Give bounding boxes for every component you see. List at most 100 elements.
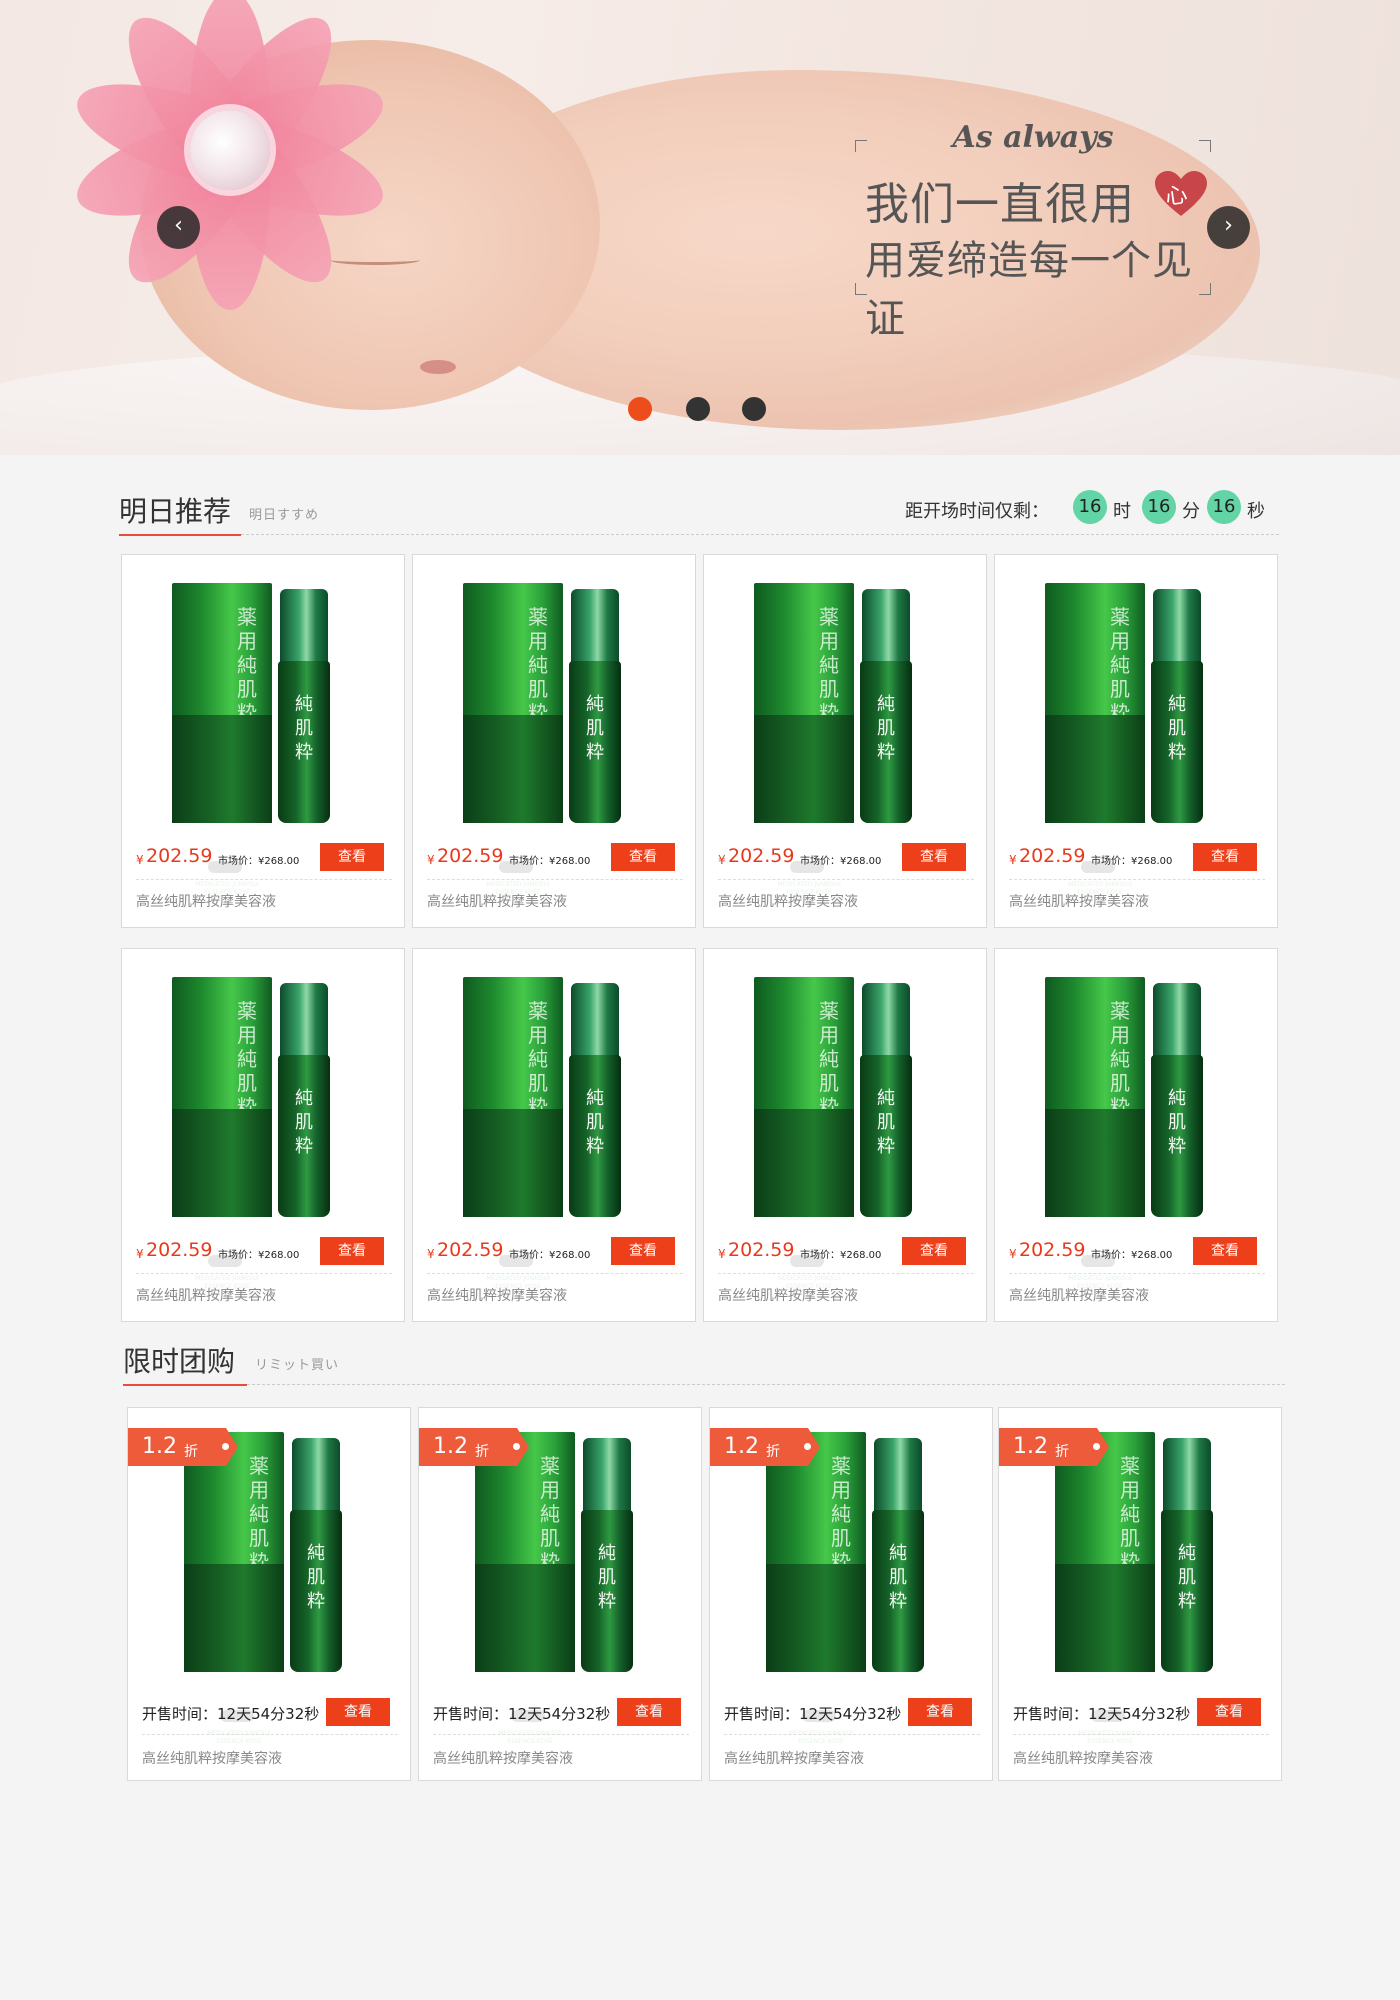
carousel-dot-2[interactable] xyxy=(686,397,710,421)
discount-value: 1.2 xyxy=(142,1434,177,1459)
product-card[interactable]: 薬用純肌粋 MEDICATED JUNKISUI ESSENCE KOSÉ 純肌… xyxy=(412,948,696,1322)
currency-symbol: ¥ xyxy=(1009,1247,1017,1261)
market-price: 市场价：¥268.00 xyxy=(218,1250,300,1261)
product-image[interactable]: 薬用純肌粋 MEDICATED JUNKISUI ESSENCE KOSÉ 純肌… xyxy=(754,977,938,1290)
groupbuy-section-header: 限时团购 リミット買い xyxy=(123,1340,1285,1386)
badge-hole xyxy=(804,1443,811,1450)
product-bottle: 純肌粋 xyxy=(1151,589,1203,823)
view-button[interactable]: 查看 xyxy=(326,1698,390,1726)
countdown-minutes-unit: 分 xyxy=(1182,501,1200,522)
market-price: 市场价：¥268.00 xyxy=(218,856,300,867)
sale-price: 202.59 xyxy=(146,845,213,867)
bottle-kanji: 純肌粋 xyxy=(598,1543,616,1612)
product-box: 薬用純肌粋 MEDICATED JUNKISUI ESSENCE KOSÉ xyxy=(754,977,854,1290)
view-button[interactable]: 查看 xyxy=(617,1698,681,1726)
view-button[interactable]: 查看 xyxy=(1197,1698,1261,1726)
box-kanji: 薬用純肌粋 xyxy=(540,1454,560,1574)
product-box: 薬用純肌粋 MEDICATED JUNKISUI ESSENCE KOSÉ xyxy=(463,583,563,896)
bottle-cap xyxy=(571,983,619,1057)
box-lower: MEDICATED JUNKISUI ESSENCE KOSÉ xyxy=(754,1109,854,1290)
product-image[interactable]: 薬用純肌粋 MEDICATED JUNKISUI ESSENCE KOSÉ 純肌… xyxy=(184,1432,364,1745)
product-image[interactable]: 薬用純肌粋 MEDICATED JUNKISUI ESSENCE KOSÉ 純肌… xyxy=(766,1432,946,1745)
product-bottle: 純肌粋 xyxy=(1161,1438,1213,1672)
box-lower: MEDICATED JUNKISUI ESSENCE KOSÉ xyxy=(463,1109,563,1290)
discount-badge: 1.2 折 xyxy=(999,1428,1109,1466)
view-button[interactable]: 查看 xyxy=(908,1698,972,1726)
product-box: 薬用純肌粋 MEDICATED JUNKISUI ESSENCE KOSÉ xyxy=(766,1432,866,1745)
view-button[interactable]: 查看 xyxy=(902,1237,966,1265)
bottle-kanji: 純肌粋 xyxy=(1178,1543,1196,1612)
groupbuy-card[interactable]: 薬用純肌粋 MEDICATED JUNKISUI ESSENCE KOSÉ 純肌… xyxy=(127,1407,411,1781)
product-image[interactable]: 薬用純肌粋 MEDICATED JUNKISUI ESSENCE KOSÉ 純肌… xyxy=(463,977,647,1290)
product-image[interactable]: 薬用純肌粋 MEDICATED JUNKISUI ESSENCE KOSÉ 純肌… xyxy=(1045,583,1229,896)
product-card[interactable]: 薬用純肌粋 MEDICATED JUNKISUI ESSENCE KOSÉ 純肌… xyxy=(703,948,987,1322)
groupbuy-card[interactable]: 薬用純肌粋 MEDICATED JUNKISUI ESSENCE KOSÉ 純肌… xyxy=(418,1407,702,1781)
view-button[interactable]: 查看 xyxy=(611,1237,675,1265)
box-fine-print: MEDICATED JUNKISUI ESSENCE KOSÉ xyxy=(789,1730,853,1745)
view-button[interactable]: 查看 xyxy=(902,843,966,871)
currency-symbol: ¥ xyxy=(136,853,144,867)
product-image[interactable]: 薬用純肌粋 MEDICATED JUNKISUI ESSENCE KOSÉ 純肌… xyxy=(754,583,938,896)
groupbuy-card[interactable]: 薬用純肌粋 MEDICATED JUNKISUI ESSENCE KOSÉ 純肌… xyxy=(709,1407,993,1781)
market-price: 市场价：¥268.00 xyxy=(800,1250,882,1261)
card-divider xyxy=(718,1273,974,1274)
product-name: 高丝纯肌粹按摩美容液 xyxy=(1013,1751,1153,1767)
market-price: 市场价：¥268.00 xyxy=(509,856,591,867)
market-price: 市场价：¥268.00 xyxy=(1091,856,1173,867)
product-image[interactable]: 薬用純肌粋 MEDICATED JUNKISUI ESSENCE KOSÉ 純肌… xyxy=(172,583,356,896)
bottle-cap xyxy=(862,589,910,663)
product-card[interactable]: 薬用純肌粋 MEDICATED JUNKISUI ESSENCE KOSÉ 純肌… xyxy=(994,948,1278,1322)
view-button[interactable]: 查看 xyxy=(611,843,675,871)
card-divider xyxy=(427,1273,683,1274)
carousel-prev-button[interactable]: ‹ xyxy=(157,206,200,249)
carousel-dot-1[interactable] xyxy=(628,397,652,421)
product-bottle: 純肌粋 xyxy=(581,1438,633,1672)
section-title: 限时团购 xyxy=(123,1345,236,1378)
card-divider xyxy=(427,879,683,880)
view-button[interactable]: 查看 xyxy=(1193,843,1257,871)
discount-unit: 折 xyxy=(766,1444,780,1460)
product-box: 薬用純肌粋 MEDICATED JUNKISUI ESSENCE KOSÉ xyxy=(463,977,563,1290)
product-image[interactable]: 薬用純肌粋 MEDICATED JUNKISUI ESSENCE KOSÉ 純肌… xyxy=(1055,1432,1235,1745)
product-card[interactable]: 薬用純肌粋 MEDICATED JUNKISUI ESSENCE KOSÉ 純肌… xyxy=(412,554,696,928)
box-fine-print: MEDICATED JUNKISUI ESSENCE KOSÉ xyxy=(207,1730,271,1745)
view-button[interactable]: 查看 xyxy=(1193,1237,1257,1265)
view-button[interactable]: 查看 xyxy=(320,1237,384,1265)
sale-price: 202.59 xyxy=(146,1239,213,1261)
countdown-hours-unit: 时 xyxy=(1113,501,1131,522)
flower-pearl xyxy=(190,110,270,190)
product-name: 高丝纯肌粹按摩美容液 xyxy=(1009,1288,1149,1304)
product-card[interactable]: 薬用純肌粋 MEDICATED JUNKISUI ESSENCE KOSÉ 純肌… xyxy=(121,554,405,928)
view-button[interactable]: 查看 xyxy=(320,843,384,871)
product-card[interactable]: 薬用純肌粋 MEDICATED JUNKISUI ESSENCE KOSÉ 純肌… xyxy=(994,554,1278,928)
bottle-cap xyxy=(571,589,619,663)
carousel-dot-3[interactable] xyxy=(742,397,766,421)
product-card[interactable]: 薬用純肌粋 MEDICATED JUNKISUI ESSENCE KOSÉ 純肌… xyxy=(703,554,987,928)
product-image[interactable]: 薬用純肌粋 MEDICATED JUNKISUI ESSENCE KOSÉ 純肌… xyxy=(172,977,356,1290)
product-bottle: 純肌粋 xyxy=(290,1438,342,1672)
box-lower: MEDICATED JUNKISUI ESSENCE KOSÉ xyxy=(1045,715,1145,896)
heart-icon: 心 xyxy=(1153,170,1209,218)
carousel-indicators xyxy=(628,397,768,421)
box-lower: MEDICATED JUNKISUI ESSENCE KOSÉ xyxy=(475,1564,575,1745)
bottle-cap xyxy=(1153,589,1201,663)
product-card[interactable]: 薬用純肌粋 MEDICATED JUNKISUI ESSENCE KOSÉ 純肌… xyxy=(121,948,405,1322)
badge-hole xyxy=(222,1443,229,1450)
bottle-cap xyxy=(1163,1438,1211,1512)
box-kanji: 薬用純肌粋 xyxy=(819,999,839,1119)
sale-price: 202.59 xyxy=(1019,1239,1086,1261)
section-divider xyxy=(247,1384,1285,1385)
product-name: 高丝纯肌粹按摩美容液 xyxy=(1009,894,1149,910)
groupbuy-card[interactable]: 薬用純肌粋 MEDICATED JUNKISUI ESSENCE KOSÉ 純肌… xyxy=(998,1407,1282,1781)
product-box: 薬用純肌粋 MEDICATED JUNKISUI ESSENCE KOSÉ xyxy=(184,1432,284,1745)
card-divider xyxy=(1013,1734,1269,1735)
badge-hole xyxy=(513,1443,520,1450)
bottle-cap xyxy=(583,1438,631,1512)
carousel-next-button[interactable]: › xyxy=(1207,206,1250,249)
bottle-cap xyxy=(280,983,328,1057)
product-image[interactable]: 薬用純肌粋 MEDICATED JUNKISUI ESSENCE KOSÉ 純肌… xyxy=(463,583,647,896)
product-name: 高丝纯肌粹按摩美容液 xyxy=(718,1288,858,1304)
product-image[interactable]: 薬用純肌粋 MEDICATED JUNKISUI ESSENCE KOSÉ 純肌… xyxy=(1045,977,1229,1290)
product-image[interactable]: 薬用純肌粋 MEDICATED JUNKISUI ESSENCE KOSÉ 純肌… xyxy=(475,1432,655,1745)
product-bottle: 純肌粋 xyxy=(1151,983,1203,1217)
